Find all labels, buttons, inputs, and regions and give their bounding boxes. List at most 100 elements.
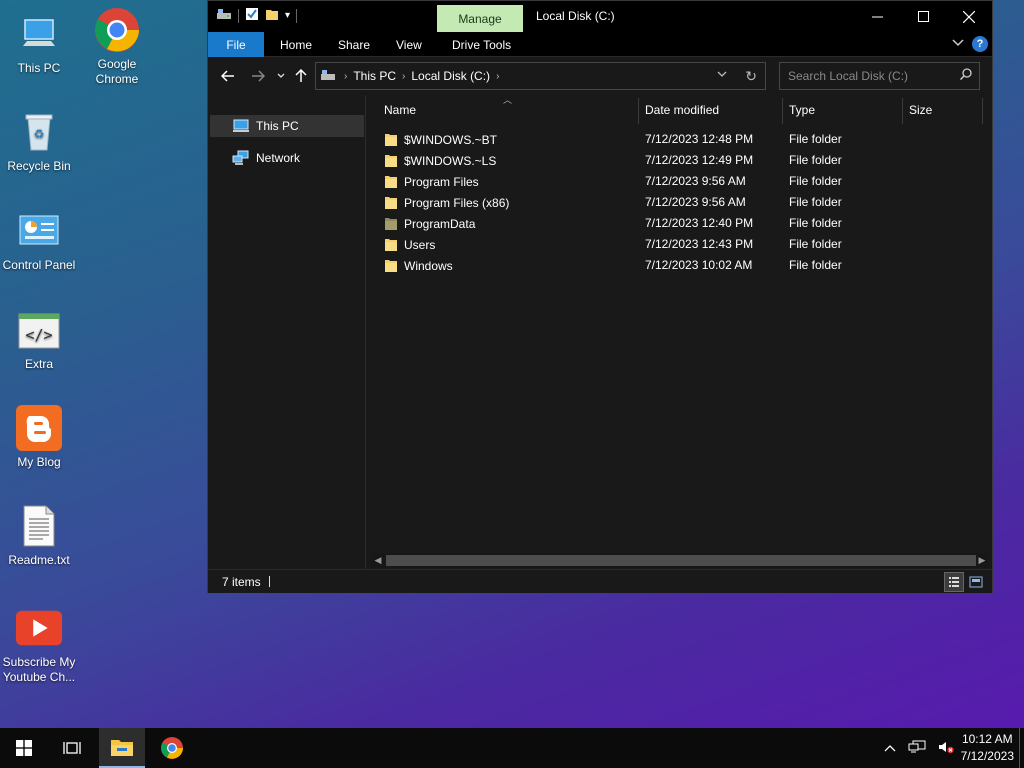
tab-file[interactable]: File	[208, 32, 264, 57]
column-separator[interactable]	[902, 98, 903, 124]
properties-icon[interactable]	[245, 7, 259, 24]
help-icon[interactable]: ?	[972, 36, 988, 52]
table-row[interactable]: $WINDOWS.~LS 7/12/2023 12:49 PM File fol…	[367, 150, 967, 171]
folder-icon	[385, 155, 397, 167]
customize-toolbar-icon[interactable]: ▾	[285, 10, 290, 21]
ribbon-tabs: File Home Share View Drive Tools ?	[208, 32, 992, 57]
table-row[interactable]: ProgramData 7/12/2023 12:40 PM File fold…	[367, 213, 967, 234]
table-row[interactable]: Program Files 7/12/2023 9:56 AM File fol…	[367, 171, 967, 192]
file-name: Program Files	[404, 174, 479, 189]
breadcrumb-local-disk[interactable]: Local Disk (C:)	[411, 69, 490, 83]
column-header-type[interactable]: Type	[789, 95, 815, 125]
desktop-icon-this-pc[interactable]: This PC	[0, 10, 78, 76]
svg-text:♻: ♻	[34, 127, 45, 141]
file-type: File folder	[789, 132, 842, 146]
table-row[interactable]: Windows 7/12/2023 10:02 AM File folder	[367, 255, 967, 276]
recent-locations-button[interactable]	[271, 66, 291, 86]
desktop-icon-label: Control Panel	[2, 258, 76, 272]
up-button[interactable]	[291, 66, 311, 86]
nav-item-network[interactable]: Network	[210, 147, 364, 169]
column-separator[interactable]	[982, 98, 983, 124]
expand-ribbon-icon[interactable]	[952, 38, 964, 50]
minimize-button[interactable]	[854, 1, 900, 32]
ribbon-right-controls: ?	[952, 36, 988, 52]
breadcrumb-chevron-icon[interactable]: ›	[496, 71, 499, 82]
windows-logo-icon	[16, 740, 32, 756]
file-type: File folder	[789, 195, 842, 209]
scroll-right-icon[interactable]: ▶	[975, 553, 989, 568]
tab-drive-tools[interactable]: Drive Tools	[440, 32, 523, 57]
desktop-icon-control-panel[interactable]: Control Panel	[0, 207, 78, 273]
table-row[interactable]: $WINDOWS.~BT 7/12/2023 12:48 PM File fol…	[367, 129, 967, 150]
chrome-icon	[93, 6, 141, 54]
refresh-icon[interactable]: ↻	[745, 68, 757, 85]
folder-icon	[385, 176, 397, 188]
file-date: 7/12/2023 12:43 PM	[645, 237, 754, 251]
large-icons-view-icon[interactable]	[966, 572, 986, 592]
tab-home[interactable]: Home	[268, 32, 324, 57]
desktop-icon-label: Recycle Bin	[7, 159, 71, 173]
desktop-icon-youtube[interactable]: Subscribe My Youtube Ch...	[0, 604, 78, 685]
volume-muted-icon[interactable]	[938, 740, 954, 757]
file-date: 7/12/2023 12:49 PM	[645, 153, 754, 167]
recycle-bin-icon: ♻	[15, 108, 63, 156]
table-row[interactable]: Users 7/12/2023 12:43 PM File folder	[367, 234, 967, 255]
blogger-icon	[15, 404, 63, 452]
navigation-pane: This PC Network	[208, 95, 366, 569]
desktop-icon-my-blog[interactable]: My Blog	[0, 404, 78, 470]
column-header-name[interactable]: Name	[384, 95, 416, 125]
desktop-icon-label: This PC	[17, 61, 61, 75]
search-icon[interactable]	[959, 68, 972, 83]
close-button[interactable]	[946, 1, 992, 32]
manage-contextual-tab[interactable]: Manage	[437, 5, 523, 32]
column-header-size[interactable]: Size	[909, 95, 932, 125]
toolbar-separator	[238, 8, 239, 23]
column-separator[interactable]	[638, 98, 639, 124]
tab-share[interactable]: Share	[326, 32, 382, 57]
desktop-icon-recycle-bin[interactable]: ♻ Recycle Bin	[0, 108, 78, 174]
desktop-icon-readme[interactable]: Readme.txt	[0, 502, 78, 568]
status-bar: 7 items	[208, 569, 992, 593]
scroll-left-icon[interactable]: ◀	[371, 553, 385, 568]
breadcrumb-this-pc[interactable]: This PC	[353, 69, 396, 83]
this-pc-icon	[15, 10, 63, 58]
table-row[interactable]: Program Files (x86) 7/12/2023 9:56 AM Fi…	[367, 192, 967, 213]
taskbar-file-explorer[interactable]	[99, 728, 145, 768]
start-button[interactable]	[0, 728, 48, 768]
breadcrumb-chevron-icon[interactable]: ›	[344, 71, 347, 82]
show-desktop-button[interactable]	[1019, 728, 1024, 768]
scrollbar-thumb[interactable]	[386, 555, 976, 566]
drive-icon[interactable]	[216, 7, 232, 24]
nav-item-this-pc[interactable]: This PC	[210, 115, 364, 137]
clock-time: 10:12 AM	[961, 732, 1013, 746]
task-view-button[interactable]	[48, 728, 96, 768]
breadcrumb-chevron-icon[interactable]: ›	[402, 71, 405, 82]
file-list: ︿ Name Date modified Type Size $WINDOWS.…	[367, 95, 992, 569]
forward-button[interactable]	[248, 66, 268, 86]
title-bar[interactable]: ▾ Manage Local Disk (C:)	[208, 1, 992, 32]
caption-buttons	[854, 1, 992, 32]
back-button[interactable]	[218, 66, 238, 86]
horizontal-scrollbar[interactable]: ◀ ▶	[371, 553, 989, 568]
file-date: 7/12/2023 9:56 AM	[645, 195, 746, 209]
details-view-icon[interactable]	[944, 572, 964, 592]
clock[interactable]: 10:12 AM 7/12/2023	[961, 731, 1014, 765]
desktop-icon-extra[interactable]: </> Extra	[0, 306, 78, 372]
maximize-button[interactable]	[900, 1, 946, 32]
code-window-icon: </>	[15, 306, 63, 354]
address-dropdown-icon[interactable]	[717, 69, 727, 81]
view-buttons	[944, 572, 986, 592]
hidden-folder-icon	[385, 218, 397, 230]
desktop-icon-label: Extra	[24, 357, 53, 371]
column-separator[interactable]	[782, 98, 783, 124]
address-bar[interactable]: › This PC › Local Disk (C:) › ↻	[315, 62, 766, 90]
network-status-icon[interactable]	[908, 740, 926, 757]
tab-view[interactable]: View	[384, 32, 434, 57]
sort-ascending-icon: ︿	[503, 95, 513, 105]
new-folder-icon[interactable]	[265, 7, 279, 24]
show-hidden-icons-chevron-icon[interactable]	[884, 741, 896, 755]
search-input[interactable]	[788, 69, 958, 83]
column-header-date-modified[interactable]: Date modified	[645, 95, 719, 125]
desktop-icon-chrome[interactable]: Google Chrome	[78, 6, 156, 87]
taskbar-chrome[interactable]	[148, 728, 196, 768]
